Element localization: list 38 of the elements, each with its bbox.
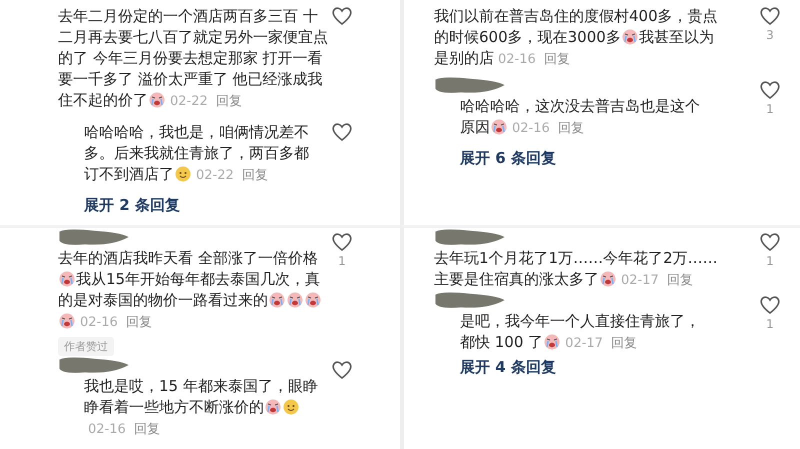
author-liked-badge: 作者赞过	[58, 337, 114, 356]
crying-face-icon	[264, 398, 282, 415]
crying-face-icon	[620, 28, 639, 45]
crying-face-icon	[599, 270, 617, 287]
comment-text: 去年的酒店我昨天看 全部涨了一倍价格 我从15年开始每年都去泰国几次，真的是对泰国的物价一路看过来的 02-16 回复	[58, 248, 323, 332]
like-count: 1	[766, 254, 774, 268]
expand-replies-link[interactable]: 展开 6 条回复	[460, 149, 800, 168]
heart-icon[interactable]	[759, 295, 781, 315]
comment-text: 去年二月份定的一个酒店两百多三百 十二月再去要七八百了就定另外一家便宜点的了 今年三月份要去想定那家 打开一看要一千多了 溢价太严重了 他已经涨成我住不起的价了 02-22 回复	[58, 6, 328, 111]
expand-replies-link[interactable]: 展开 4 条回复	[460, 358, 800, 377]
crying-face-icon	[58, 312, 76, 329]
crying-face-icon	[304, 291, 322, 308]
comment-text: 去年玩1个月花了1万……今年花了2万……主要是住宿真的涨太多了 02-17 回复	[434, 248, 719, 290]
crying-face-icon	[148, 91, 166, 108]
like-count: 1	[338, 254, 346, 268]
crying-face-icon	[58, 270, 76, 287]
smiling-face-icon	[174, 165, 192, 182]
heart-icon[interactable]	[759, 6, 781, 26]
reply-text: 是吧，我今年一个人直接住青旅了，都快 100 了 02-17 回复	[460, 311, 701, 353]
like-count: 3	[766, 28, 774, 42]
like-count: 1	[766, 102, 774, 116]
heart-icon[interactable]	[759, 232, 781, 252]
reply-text: 哈哈哈哈，我也是，咱俩情况差不多。后来我就住青旅了，两百多都订不到酒店了 02-22 回复	[84, 122, 310, 185]
crying-face-icon	[543, 333, 562, 350]
like-count: 1	[766, 317, 774, 331]
heart-icon[interactable]	[331, 360, 353, 380]
heart-icon[interactable]	[331, 122, 353, 142]
comment-text: 我们以前在普吉岛住的度假村400多，贵点的时候600多，现在3000多 我甚至以为是别的店 02-16 回复	[434, 6, 719, 69]
crying-face-icon	[286, 291, 304, 308]
heart-icon[interactable]	[331, 6, 353, 26]
reply-text: 我也是哎，15 年都来泰国了，眼睁睁看着一些地方不断涨价的 02-16 回复	[84, 376, 319, 439]
heart-icon[interactable]	[331, 232, 353, 252]
reply-text: 哈哈哈哈，这次没去普吉岛也是这个原因 02-16 回复	[460, 96, 701, 138]
expand-replies-link[interactable]: 展开 2 条回复	[84, 196, 400, 215]
crying-face-icon	[490, 118, 508, 135]
crying-face-icon	[268, 291, 286, 308]
smiling-face-icon	[282, 398, 300, 415]
heart-icon[interactable]	[759, 80, 781, 100]
